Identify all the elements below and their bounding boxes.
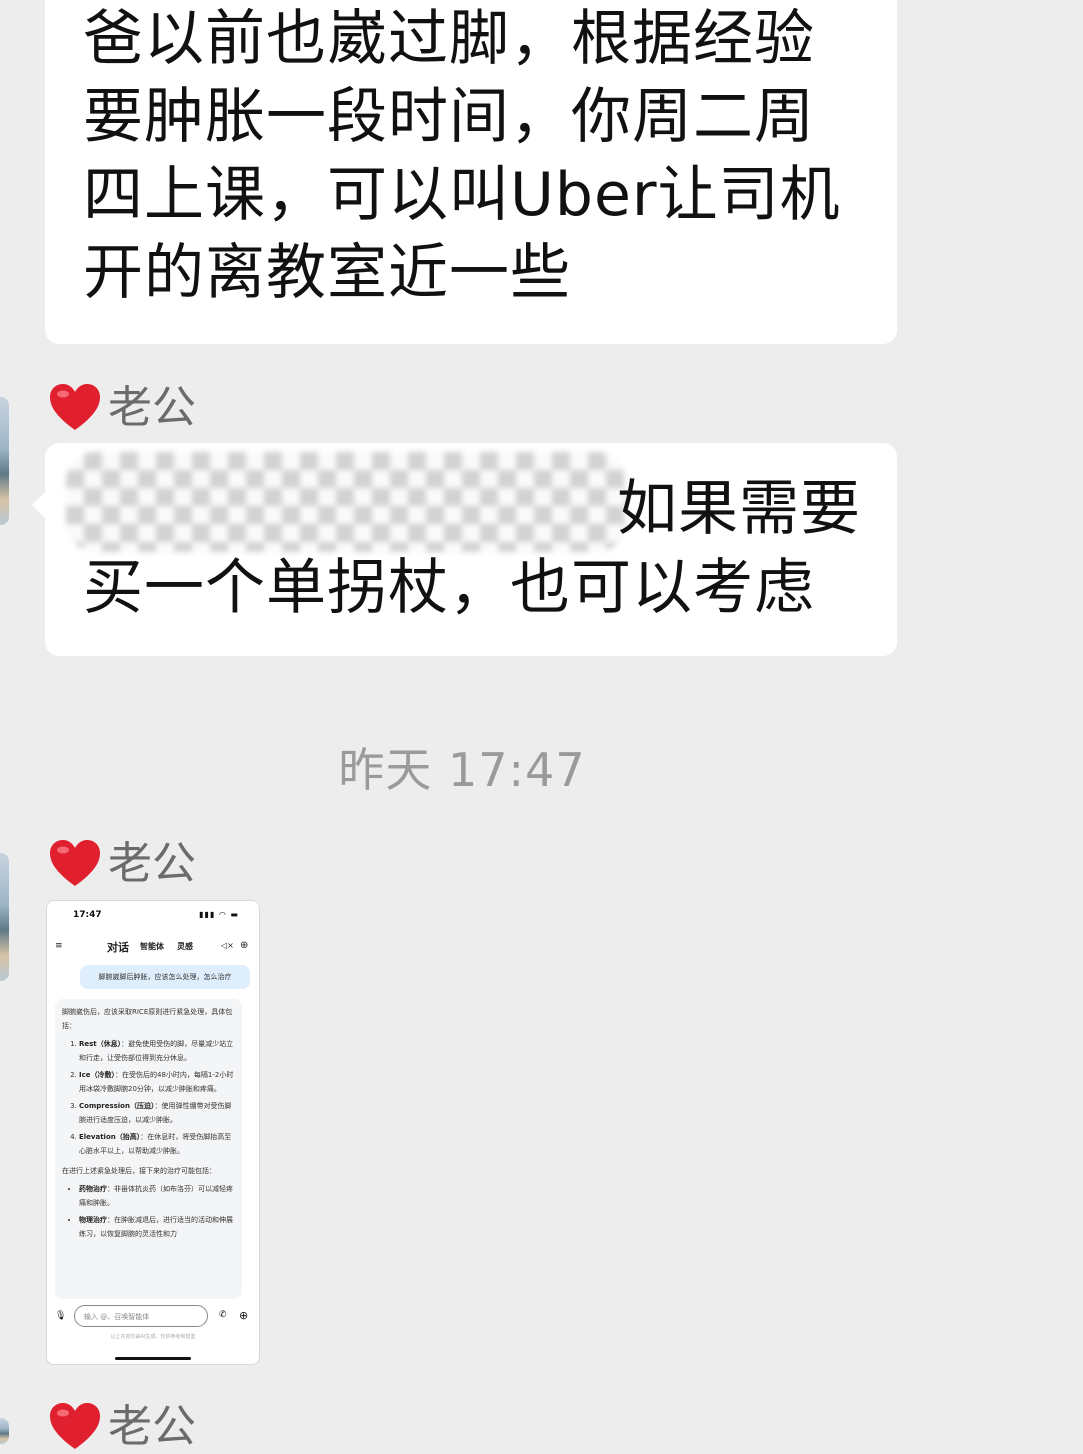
list-item: Rest（休息）：避免使用受伤的脚，尽量减少站立和行走，让受伤部位得到充分休息。 [79,1037,236,1065]
sender-name: 老公 [108,1401,196,1452]
home-indicator [115,1357,191,1360]
list-item: Compression（压迫）：使用弹性绷带对受伤脚腕进行适度压迫，以减少肿胀。 [79,1099,236,1127]
answer-intro: 脚腕崴伤后，应该采取RICE原则进行紧急处理，具体包括： [62,1008,233,1030]
add-icon: ⊕ [239,1309,249,1322]
list-item: 药物治疗：非甾体抗炎药（如布洛芬）可以减轻疼痛和肿胀。 [79,1182,236,1210]
answer-followup: 在进行上述紧急处理后，接下来的治疗可能包括： [62,1167,216,1175]
thumb-input-field: 输入 @、召唤智能体 [74,1305,208,1327]
new-chat-icon: ⊕ [240,940,249,951]
list-item: Elevation（抬高）：在休息时，将受伤脚抬高至心脏水平以上，以帮助减少肿胀… [79,1130,236,1158]
thumb-user-message: 脚腕崴脚后肿胀，应该怎么处理，怎么治疗 [80,965,250,989]
redacted-text [66,452,626,552]
status-icons: ▮▮▮ ◠ ▬ [199,910,239,919]
sender-name: 老公 [108,382,196,433]
avatar-partial[interactable] [0,853,9,981]
list-item: Ice（冷敷）：在受伤后的48小时内，每隔1-2小时用冰袋冷敷脚腕20分钟，以减… [79,1068,236,1096]
list-item: 物理治疗：在肿胀减退后，进行适当的活动和伸展练习，以恢复脚腕的灵活性和力 [79,1213,236,1241]
status-time: 17:47 [73,910,102,920]
heart-icon [50,384,100,430]
heart-icon [50,840,100,886]
mic-icon: 🎙 [55,1311,67,1321]
treatment-list: 药物治疗：非甾体抗炎药（如布洛芬）可以减轻疼痛和肿胀。 物理治疗：在肿胀减退后，… [55,1182,236,1241]
image-message[interactable]: 17:47 ▮▮▮ ◠ ▬ ≡ 对话 智能体 灵感 ◁× ⊕ 脚腕崴脚后肿胀，应… [46,900,260,1365]
message-bubble[interactable]: 爸以前也崴过脚，根据经验 要肿胀一段时间，你周二周 四上课，可以叫Uber让司机… [45,0,897,344]
thumb-input-bar: 🎙 输入 @、召唤智能体 ✆ ⊕ [47,1305,259,1329]
mute-icon: ◁× [221,941,234,950]
rice-list: Rest（休息）：避免使用受伤的脚，尽量减少站立和行走，让受伤部位得到充分休息。… [55,1037,236,1158]
avatar-partial[interactable] [0,1418,9,1444]
thumb-nav: ≡ 对话 智能体 灵感 ◁× ⊕ [47,939,259,955]
menu-icon: ≡ [55,941,63,951]
message-text: 如果需要 [617,474,861,544]
thumb-disclaimer: 以上内容均由AI生成，仅供参考和借鉴 [110,1334,196,1340]
message-text: 爸以前也崴过脚，根据经验 要肿胀一段时间，你周二周 四上课，可以叫Uber让司机… [83,4,841,308]
sender-label: 老公 [48,837,196,891]
tab-agents: 智能体 [140,942,164,951]
message-text: 买一个单拐杖，也可以考虑 [83,553,815,623]
heart-icon [50,1403,100,1449]
sender-label: 老公 [48,381,196,435]
sender-label: 老公 [48,1400,196,1454]
phone-icon: ✆ [219,1310,227,1320]
tab-inspiration: 灵感 [177,942,193,951]
sender-name: 老公 [108,838,196,889]
timestamp: 昨天 17:47 [338,743,586,797]
bubble-tail [32,491,46,519]
tab-dialog: 对话 [107,941,129,954]
thumb-answer: 脚腕崴伤后，应该采取RICE原则进行紧急处理，具体包括： Rest（休息）：避免… [55,999,242,1299]
avatar-partial[interactable] [0,397,9,525]
